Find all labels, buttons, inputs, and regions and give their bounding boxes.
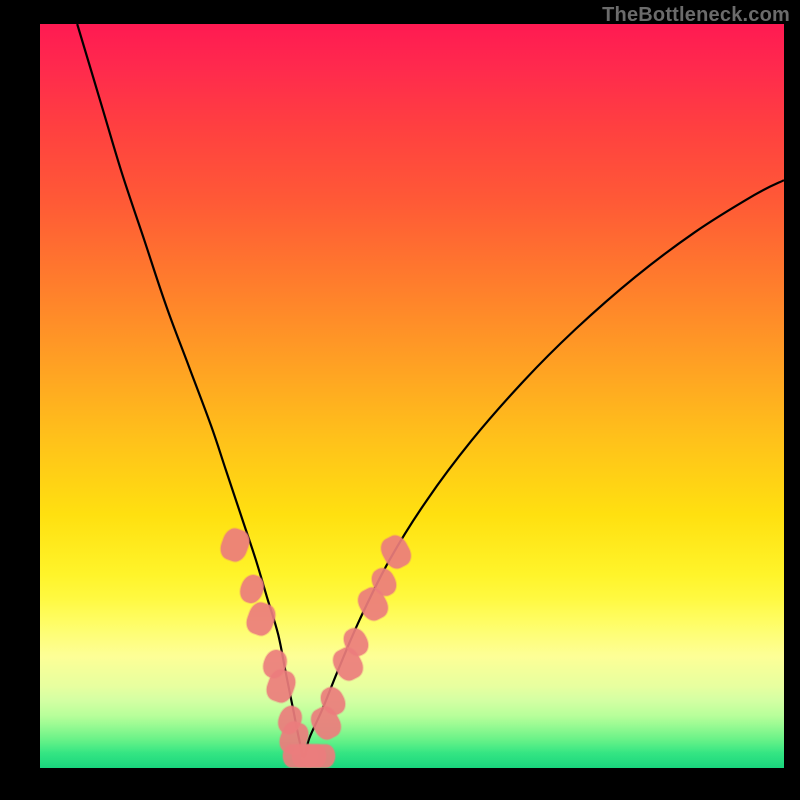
bottleneck-curve — [40, 24, 784, 768]
plot-area — [40, 24, 784, 768]
data-bead — [301, 745, 335, 768]
chart-stage: TheBottleneck.com — [0, 0, 800, 800]
